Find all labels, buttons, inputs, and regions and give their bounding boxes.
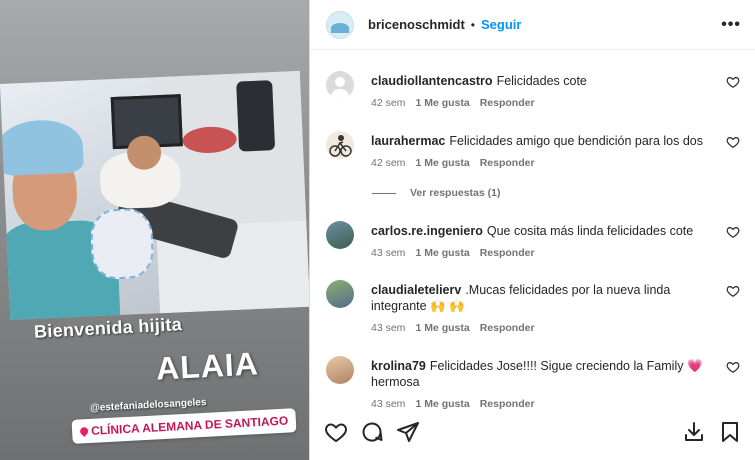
comment-likes[interactable]: 1 Me gusta xyxy=(415,396,469,411)
bookmark-icon[interactable] xyxy=(718,420,742,444)
comment-body: carlos.re.ingeniero Que cosita más linda … xyxy=(371,223,721,261)
view-replies-label: Ver respuestas (1) xyxy=(410,187,501,199)
heart-icon[interactable] xyxy=(726,135,740,149)
comment-likes[interactable]: 1 Me gusta xyxy=(415,95,469,111)
comment-body: claudialetelierv .Mucas felicidades por l… xyxy=(371,282,721,336)
comment-item: claudialetelierv .Mucas felicidades por l… xyxy=(326,280,746,336)
comment-text-line: laurahermac Felicidades amigo que bendici… xyxy=(371,133,721,149)
heart-icon[interactable] xyxy=(726,360,740,374)
heart-icon[interactable] xyxy=(726,75,740,89)
post-media[interactable]: Bienvenida hijita ALAIA @estefaniadelosa… xyxy=(0,0,309,460)
comment-text-line: krolina79 Felicidades Jose!!!! Sigue crec… xyxy=(371,358,721,390)
comment-item: laurahermac Felicidades amigo que bendici… xyxy=(326,131,746,171)
separator-dot: • xyxy=(470,17,475,32)
comment-item: krolina79 Felicidades Jose!!!! Sigue crec… xyxy=(326,356,746,411)
comment-meta: 42 sem 1 Me gusta Responder xyxy=(371,95,721,111)
share-icon[interactable] xyxy=(396,420,420,444)
commenter-username[interactable]: krolina79 xyxy=(371,359,426,373)
comment-likes[interactable]: 1 Me gusta xyxy=(415,245,469,261)
comment-meta: 43 sem 1 Me gusta Responder xyxy=(371,320,721,336)
heart-icon[interactable] xyxy=(324,420,348,444)
comment-text-line: claudiollantencastro Felicidades cote xyxy=(371,73,721,89)
photo-baby xyxy=(89,207,155,281)
commenter-avatar[interactable] xyxy=(326,280,354,308)
comments-panel: bricenoschmidt • Seguir ••• claudiollant… xyxy=(309,0,755,460)
comment-text-line: carlos.re.ingeniero Que cosita más linda … xyxy=(371,223,721,239)
comment-age[interactable]: 42 sem xyxy=(371,155,405,171)
comment-age[interactable]: 43 sem xyxy=(371,245,405,261)
commenter-username[interactable]: claudiollantencastro xyxy=(371,74,493,88)
reply-button[interactable]: Responder xyxy=(480,155,535,171)
reply-button[interactable]: Responder xyxy=(480,245,535,261)
story-caption-line1: Bienvenida hijita xyxy=(33,314,183,342)
comment-body: claudiollantencastro Felicidades cote 42 … xyxy=(371,73,721,111)
heart-icon[interactable] xyxy=(726,284,740,298)
reply-button[interactable]: Responder xyxy=(480,320,535,336)
comment-age[interactable]: 43 sem xyxy=(371,396,405,411)
view-replies-button[interactable]: Ver respuestas (1) xyxy=(372,187,500,199)
reply-button[interactable]: Responder xyxy=(480,396,535,411)
comment-text: Que cosita más linda felicidades cote xyxy=(486,224,694,238)
comment-body: laurahermac Felicidades amigo que bendici… xyxy=(371,133,721,171)
location-pin-icon xyxy=(78,425,90,437)
comment-meta: 43 sem 1 Me gusta Responder xyxy=(371,396,721,411)
comment-body: krolina79 Felicidades Jose!!!! Sigue crec… xyxy=(371,358,721,411)
avatar-shape xyxy=(331,22,349,33)
comment-meta: 42 sem 1 Me gusta Responder xyxy=(371,155,721,171)
story-mention: @estefaniadelosangeles xyxy=(89,396,207,415)
author-avatar[interactable] xyxy=(326,10,354,39)
comment-likes[interactable]: 1 Me gusta xyxy=(415,155,469,171)
commenter-avatar[interactable] xyxy=(326,221,354,249)
location-label: CLÍNICA ALEMANA DE SANTIAGO xyxy=(90,413,289,438)
more-options-icon[interactable]: ••• xyxy=(721,16,741,34)
comment-list[interactable]: claudiollantencastro Felicidades cote 42 … xyxy=(310,51,755,411)
comment-meta: 43 sem 1 Me gusta Responder xyxy=(371,245,721,261)
actions-right xyxy=(670,420,742,444)
reply-button[interactable]: Responder xyxy=(480,95,535,111)
comment-icon[interactable] xyxy=(360,420,384,444)
comment-age[interactable]: 43 sem xyxy=(371,320,405,336)
comment-text: Felicidades cote xyxy=(496,74,587,88)
follow-button[interactable]: Seguir xyxy=(481,17,521,32)
post-actions xyxy=(310,412,755,452)
location-sticker: CLÍNICA ALEMANA DE SANTIAGO xyxy=(71,408,297,444)
download-icon[interactable] xyxy=(682,420,706,444)
commenter-username[interactable]: laurahermac xyxy=(371,134,445,148)
comment-item: claudiollantencastro Felicidades cote 42 … xyxy=(326,71,746,111)
story-caption-line2: ALAIA xyxy=(155,345,260,387)
comment-text: Felicidades amigo que bendición para los… xyxy=(449,134,703,148)
cyclist-icon xyxy=(329,135,352,157)
author-username[interactable]: bricenoschmidt xyxy=(368,17,465,32)
post-photo xyxy=(0,70,309,320)
photo-doctor-cap xyxy=(0,118,84,177)
comment-likes[interactable]: 1 Me gusta xyxy=(415,320,469,336)
heart-icon[interactable] xyxy=(726,225,740,239)
commenter-avatar[interactable] xyxy=(326,356,354,384)
post-header: bricenoschmidt • Seguir ••• xyxy=(310,0,755,50)
commenter-username[interactable]: carlos.re.ingeniero xyxy=(371,224,483,238)
commenter-avatar[interactable] xyxy=(326,71,354,99)
comment-age[interactable]: 42 sem xyxy=(371,95,405,111)
comment-item: carlos.re.ingeniero Que cosita más linda … xyxy=(326,221,746,261)
photo-chair xyxy=(236,80,276,152)
commenter-username[interactable]: claudialetelierv xyxy=(371,283,461,297)
replies-divider xyxy=(372,192,396,194)
commenter-avatar[interactable] xyxy=(326,131,354,159)
comment-text-line: claudialetelierv .Mucas felicidades por l… xyxy=(371,282,721,314)
